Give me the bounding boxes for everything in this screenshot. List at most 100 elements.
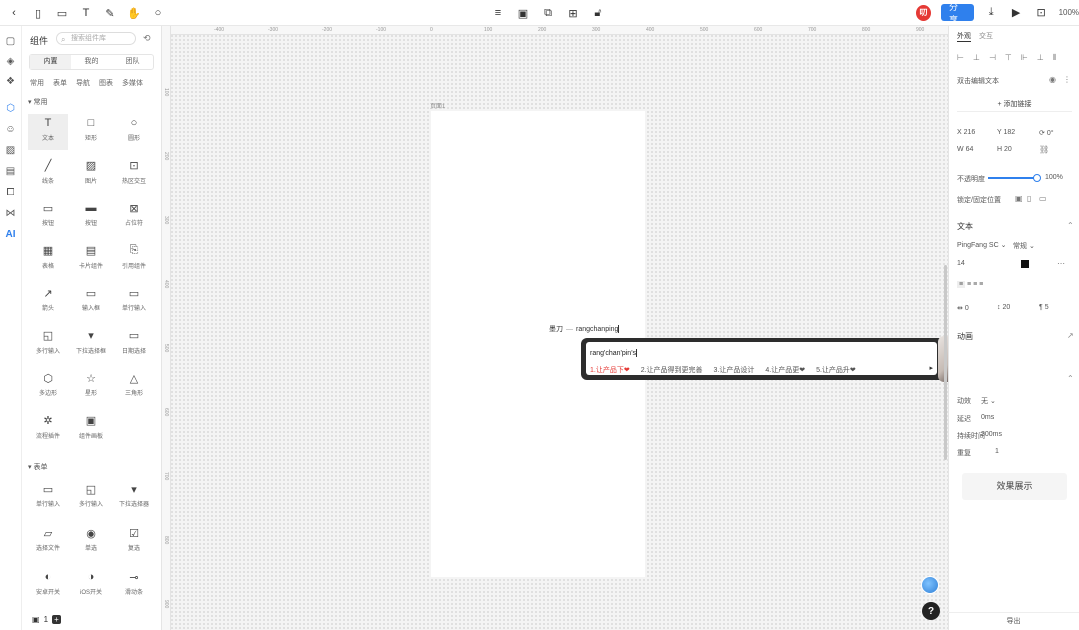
height-field[interactable]: H 20: [997, 146, 1012, 153]
component-star[interactable]: ☆ 星形: [71, 369, 111, 405]
back-icon[interactable]: ‹: [6, 5, 22, 21]
segment-mine[interactable]: 我的: [71, 55, 112, 69]
text-align-right-icon[interactable]: ≡: [973, 281, 977, 288]
component-date[interactable]: ▭ 日期选择: [114, 327, 154, 363]
pin-icon[interactable]: ▣: [1015, 194, 1023, 203]
canvas-scrollbar[interactable]: [944, 265, 947, 460]
emoji-icon[interactable]: ☺: [3, 122, 18, 137]
text-tool-icon[interactable]: T: [78, 5, 94, 21]
ai-icon[interactable]: AI: [3, 227, 18, 242]
paragraph-spacing-field[interactable]: ¶ 5: [1039, 304, 1049, 311]
frame-icon[interactable]: ▭: [54, 5, 70, 21]
component-toggle[interactable]: ◐ 安卓开关: [28, 568, 68, 604]
component-placeholder[interactable]: ⊠ 占位符: [114, 199, 154, 235]
tab-nav[interactable]: 导航: [76, 78, 90, 88]
play-icon[interactable]: ▶: [1009, 5, 1024, 21]
page-label[interactable]: 页面1: [430, 101, 445, 110]
device-icon[interactable]: ▣: [515, 5, 531, 21]
more-text-icon[interactable]: ⋯: [1057, 259, 1065, 268]
text-justify-icon[interactable]: ≡: [979, 281, 983, 288]
collapse-text-icon[interactable]: ⌃: [1067, 221, 1074, 230]
align-right-icon[interactable]: ⊣: [989, 53, 996, 63]
globe-icon[interactable]: [921, 576, 939, 594]
editing-text-element[interactable]: 墨刀 — rangchanping: [549, 324, 620, 334]
components-icon[interactable]: ⬡: [3, 101, 18, 116]
align-center-icon[interactable]: ⊥: [973, 53, 980, 63]
component-search-input[interactable]: ⌕ 搜索组件库: [56, 32, 136, 45]
more-icon[interactable]: ⋮: [1063, 75, 1071, 84]
eye-icon[interactable]: ◉: [1049, 75, 1056, 84]
align-middle-icon[interactable]: ⊩: [1021, 53, 1028, 63]
avatar[interactable]: 叨: [916, 4, 931, 21]
component-arrow[interactable]: ↗ 箭头: [28, 284, 68, 320]
component-input[interactable]: ▭ 输入框: [71, 284, 111, 320]
component-checkbox[interactable]: ☑ 复选: [114, 524, 154, 560]
component-rectangle[interactable]: □ 矩形: [71, 114, 111, 150]
collapse-anim-icon[interactable]: ⌃: [1067, 374, 1074, 383]
ime-candidate-5[interactable]: 5.让产品升❤: [816, 365, 856, 375]
line-height-field[interactable]: ↕ 20: [997, 304, 1010, 311]
component-hotspot[interactable]: ⊡ 热区交互: [114, 157, 154, 193]
rotation-field[interactable]: ⟳ 0°: [1039, 129, 1054, 137]
text-color-swatch[interactable]: [1021, 260, 1029, 268]
component-dropdown[interactable]: ▾ 下拉选择框: [71, 327, 111, 363]
new-page-icon[interactable]: ▯: [30, 5, 46, 21]
tab-appearance[interactable]: 外观: [957, 31, 971, 42]
segment-builtin[interactable]: 内置: [30, 55, 71, 69]
letter-spacing-field[interactable]: ⇹ 0: [957, 304, 969, 312]
component-ios-toggle[interactable]: ◑ iOS开关: [71, 568, 111, 604]
component-slider[interactable]: ⊸ 滑动条: [114, 568, 154, 604]
width-field[interactable]: W 64: [957, 146, 973, 153]
component-table[interactable]: ▦ 表格: [28, 242, 68, 278]
flow-icon[interactable]: ⋈: [3, 206, 18, 221]
template-icon[interactable]: ▤: [3, 164, 18, 179]
segment-team[interactable]: 团队: [112, 55, 153, 69]
component-line[interactable]: ╱ 线条: [28, 157, 68, 193]
anim-link-icon[interactable]: ↗: [1067, 331, 1074, 340]
text-align-left-icon[interactable]: ≡: [957, 281, 966, 288]
zoom-level[interactable]: 100%: [1059, 8, 1079, 17]
opacity-slider-handle[interactable]: [1033, 174, 1041, 182]
component-card[interactable]: ▤ 卡片组件: [71, 242, 111, 278]
preview-effect-button[interactable]: 效果展示: [962, 473, 1067, 500]
font-family-select[interactable]: PingFang SC ⌄: [957, 241, 1006, 249]
component-single-input[interactable]: ▭ 单行输入: [28, 480, 68, 516]
link-ratio-icon[interactable]: ⛓: [1039, 145, 1049, 154]
share-button[interactable]: 分享: [940, 2, 974, 25]
component-dropdown[interactable]: ▾ 下拉选择器: [114, 480, 154, 516]
text-align-center-icon[interactable]: ≡: [967, 281, 971, 288]
component-artboard[interactable]: ▣ 组件画板: [71, 412, 111, 448]
ime-candidate-1[interactable]: 1.让产品下❤: [590, 365, 630, 375]
component-folder[interactable]: ▱ 选择文件: [28, 524, 68, 560]
export-button[interactable]: 导出: [948, 612, 1079, 626]
tab-interaction[interactable]: 交互: [979, 31, 993, 42]
outline-icon[interactable]: ❖: [3, 74, 18, 89]
layers-icon[interactable]: ◈: [3, 54, 18, 69]
align-top-icon[interactable]: ⊤: [1005, 53, 1012, 63]
component-text[interactable]: T 文本: [28, 114, 68, 150]
add-link-button[interactable]: + 添加链接: [957, 98, 1072, 112]
component-button-filled[interactable]: ▬ 按钮: [71, 199, 111, 235]
pin-right-icon[interactable]: ▭: [1039, 194, 1047, 203]
ime-candidate-4[interactable]: 4.让产品更❤: [765, 365, 805, 375]
component-multiline[interactable]: ◱ 多行输入: [28, 327, 68, 363]
ime-candidate-3[interactable]: 3.让产品设计: [714, 365, 755, 375]
component-single-input[interactable]: ▭ 单行输入: [114, 284, 154, 320]
page-list-icon[interactable]: ▣: [32, 615, 40, 624]
refresh-icon[interactable]: ⟲: [143, 33, 151, 44]
opacity-value[interactable]: 100%: [1045, 174, 1063, 181]
plugin-icon[interactable]: ⧠: [3, 185, 18, 200]
hand-tool-icon[interactable]: ✋: [126, 5, 142, 21]
y-field[interactable]: Y 182: [997, 129, 1015, 136]
component-triangle[interactable]: △ 三角形: [114, 369, 154, 405]
tab-media[interactable]: 多媒体: [122, 78, 143, 88]
tab-common[interactable]: 常用: [30, 78, 44, 88]
ime-next-page-icon[interactable]: ▸: [929, 364, 933, 372]
component-image[interactable]: ▨ 图片: [71, 157, 111, 193]
image-library-icon[interactable]: ▨: [3, 143, 18, 158]
component-button[interactable]: ▭ 按钮: [28, 199, 68, 235]
anim-effect-select[interactable]: 无 ⌄: [981, 396, 996, 406]
component-radio[interactable]: ◉ 单选: [71, 524, 111, 560]
help-icon[interactable]: ?: [922, 602, 940, 620]
align-bottom-icon[interactable]: ⊥: [1037, 53, 1044, 63]
